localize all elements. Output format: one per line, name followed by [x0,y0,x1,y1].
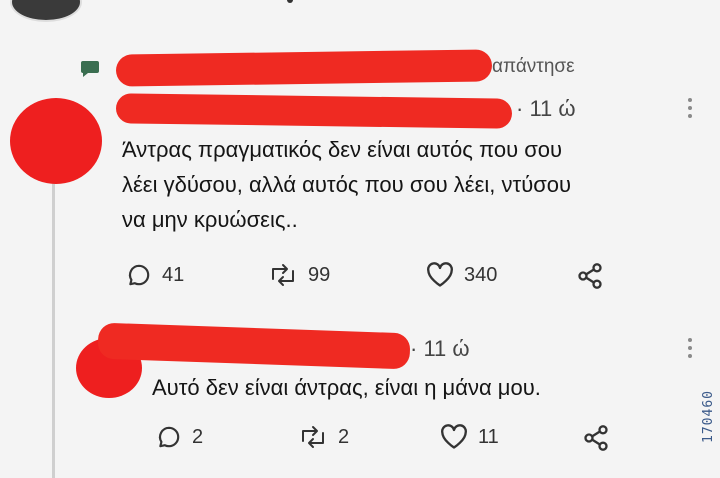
redacted-username [115,49,493,87]
repost-action[interactable]: 2 [298,424,349,450]
reply-text: Αυτό δεν είναι άντρας, είναι η μάνα μου. [152,375,541,400]
comment-text: Άντρας πραγματικός δεν είναι αυτός που σ… [122,132,571,237]
more-vert-icon[interactable] [688,338,692,362]
comment-actions: 41 99 340 [126,262,626,296]
reply-timestamp: · 11 ώ [410,336,470,361]
reply-context: απάντησε [80,49,640,87]
repost-action[interactable]: 99 [268,262,330,288]
share-action[interactable] [582,424,610,452]
previous-dot [287,0,293,3]
reply-actions: 2 2 11 [156,424,626,458]
redacted-reply-author [97,322,411,370]
comment-icon [158,426,180,448]
share-icon [578,263,602,289]
watermark: 170460 [701,390,716,443]
share-icon [584,425,608,451]
reply-action[interactable]: 2 [156,424,203,450]
previous-avatar [10,0,82,22]
comment-icon [128,264,150,286]
comment-line: λέει γδύσου, αλλά αυτός που σου λέει, ντ… [122,172,572,197]
reply-context-label: απάντησε [492,56,575,77]
repost-count: 99 [308,263,331,286]
chat-bubble-icon [81,61,99,77]
repost-count: 2 [338,425,350,448]
like-count: 11 [478,425,499,448]
heart-icon [427,262,453,287]
redacted-author [115,93,513,129]
reply-count: 2 [192,425,204,448]
like-action[interactable]: 11 [440,424,499,450]
comment-line: να μην κρυώσεις.. [122,207,298,232]
share-action[interactable] [576,262,604,290]
comment-line: Άντρας πραγματικός δεν είναι αυτός που σ… [122,137,563,162]
more-vert-icon[interactable] [688,98,692,122]
reply-action[interactable]: 41 [126,262,184,288]
comment-timestamp: · 11 ώ [516,96,576,121]
like-action[interactable]: 340 [426,262,497,288]
repost-icon [302,426,324,448]
thread-line [52,178,55,478]
repost-icon [272,264,294,286]
reply-count: 41 [162,263,185,286]
like-count: 340 [464,263,498,286]
heart-icon [441,424,467,449]
avatar[interactable] [10,98,102,184]
